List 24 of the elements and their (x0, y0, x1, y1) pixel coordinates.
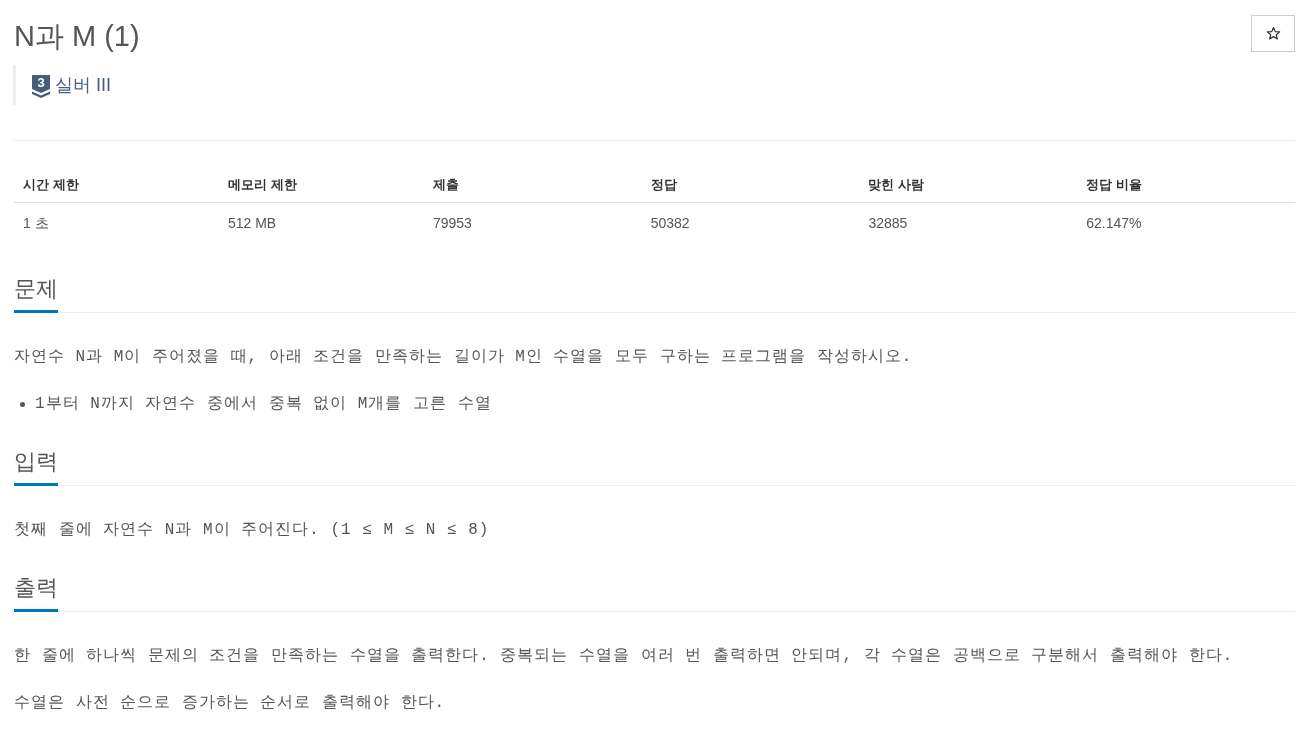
problem-title: N과 M (1) (14, 19, 140, 54)
table-cell: 512 MB (227, 214, 277, 232)
problem-text: 첫째 줄에 자연수 N과 M이 주어진다. (1 ≤ M ≤ N ≤ 8) (14, 520, 491, 541)
problem-text: 수열은 사전 순으로 증가하는 순서로 출력해야 한다. (14, 693, 447, 714)
section-heading: 출력 (14, 573, 58, 612)
column-header: 정답 비율 (1086, 176, 1142, 193)
table-cell: 1 초 (23, 214, 49, 232)
column-header: 맞힌 사람 (868, 176, 925, 193)
bullet-icon (20, 401, 25, 407)
column-header: 제출 (432, 176, 459, 193)
problem-text: 한 줄에 하나씩 문제의 조건을 만족하는 수열을 출력한다. 중복되는 수열을 여러 번 출력하면 안되며, 각 수열은 공백으로 구분해서 출력해야 한다. (14, 646, 1235, 667)
section-heading: 입력 (14, 447, 58, 486)
table-cell: 62.147% (1086, 214, 1142, 232)
list-item-text: 1부터 N까지 자연수 중에서 중복 없이 M개를 고른 수열 (35, 394, 492, 415)
problem-text: 자연수 N과 M이 주어졌을 때, 아래 조건을 만족하는 길이가 M인 수열을 모두 구하는 프로그램을 작성하시오. (14, 347, 914, 368)
tier-label: 실버 III (55, 74, 111, 97)
column-header: 정답 (650, 176, 677, 193)
table-cell: 79953 (432, 214, 472, 232)
favorite-button[interactable] (1251, 15, 1295, 52)
column-header: 시간 제한 (23, 176, 79, 193)
table-cell: 50382 (650, 214, 690, 232)
column-header: 메모리 제한 (227, 176, 297, 193)
section-heading: 문제 (14, 274, 58, 313)
table-cell: 32885 (868, 214, 908, 232)
